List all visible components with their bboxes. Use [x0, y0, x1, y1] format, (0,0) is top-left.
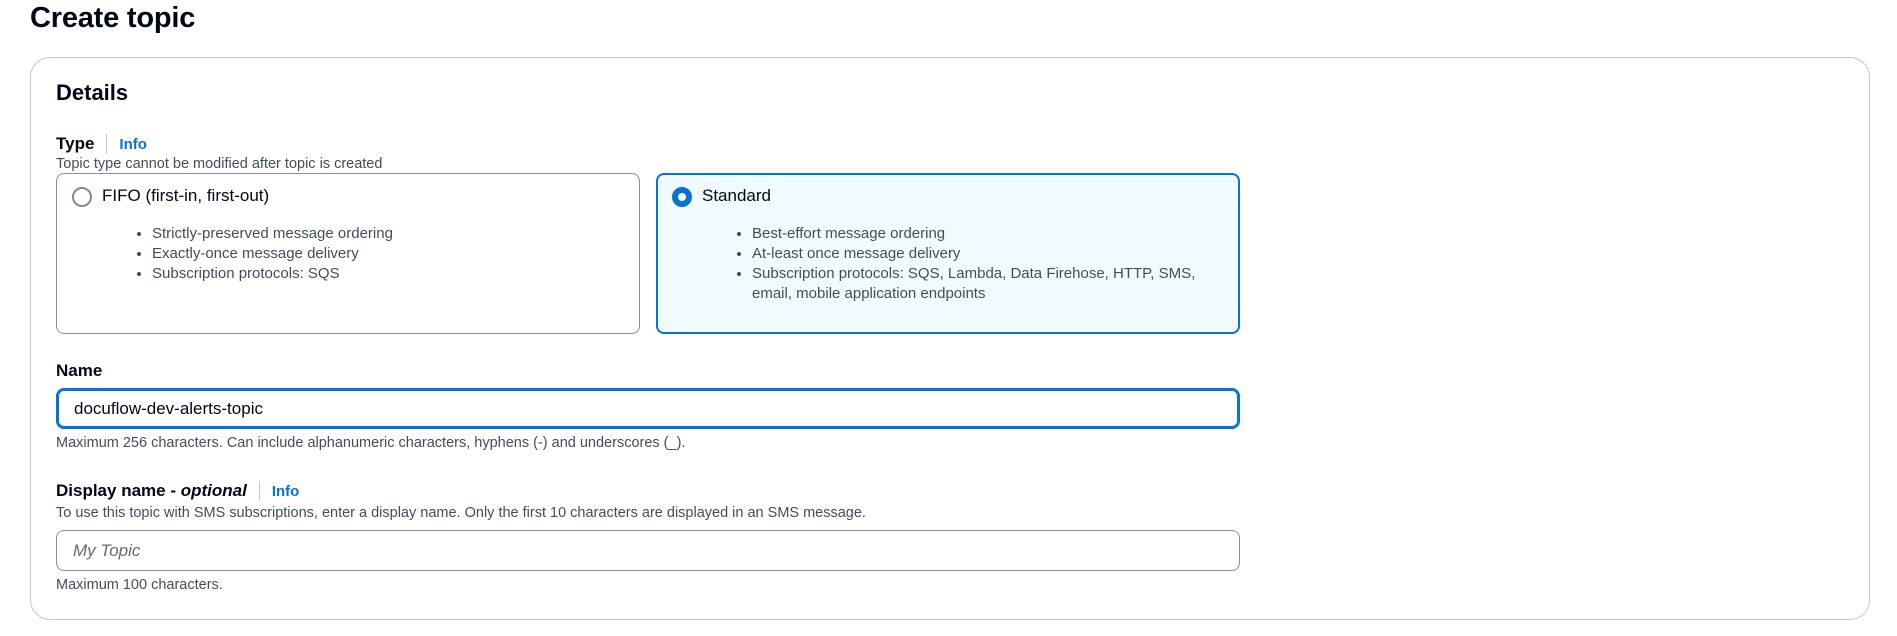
label-divider: [258, 481, 260, 501]
name-label-row: Name: [56, 361, 102, 381]
standard-radio[interactable]: [672, 187, 692, 207]
list-item: Subscription protocols: SQS, Lambda, Dat…: [752, 264, 1212, 304]
name-input[interactable]: docuflow-dev-alerts-topic: [56, 388, 1240, 429]
name-label: Name: [56, 361, 103, 380]
details-container: Details Type Info Topic type cannot be m…: [30, 57, 1870, 620]
list-item: At-least once message delivery: [752, 244, 1212, 264]
display-name-label: Display name -: [56, 481, 181, 500]
type-info-link[interactable]: Info: [119, 136, 147, 153]
display-name-placeholder: My Topic: [73, 540, 141, 560]
standard-option-tile[interactable]: Standard Best-effort message ordering At…: [656, 173, 1240, 334]
display-name-info-link[interactable]: Info: [272, 483, 300, 500]
fifo-radio[interactable]: [72, 187, 92, 207]
display-name-hint: Maximum 100 characters.: [56, 577, 223, 593]
fifo-option-tile[interactable]: FIFO (first-in, first-out) Strictly-pres…: [56, 173, 640, 334]
optional-tag: optional: [180, 481, 247, 500]
name-input-value: docuflow-dev-alerts-topic: [74, 398, 263, 418]
type-label: Type: [56, 134, 95, 153]
display-name-input[interactable]: My Topic: [56, 530, 1240, 571]
name-hint: Maximum 256 characters. Can include alph…: [56, 435, 686, 451]
list-item: Strictly-preserved message ordering: [152, 224, 612, 244]
label-divider: [106, 134, 108, 154]
section-title: Details: [56, 80, 129, 105]
list-item: Exactly-once message delivery: [152, 244, 612, 264]
fifo-feature-list: Strictly-preserved message ordering Exac…: [152, 224, 612, 284]
standard-feature-list: Best-effort message ordering At-least on…: [752, 224, 1212, 304]
list-item: Subscription protocols: SQS: [152, 264, 612, 284]
display-name-description: To use this topic with SMS subscriptions…: [56, 505, 866, 521]
type-label-row: Type Info: [56, 134, 147, 154]
display-name-label-row: Display name - optional Info: [56, 481, 299, 501]
standard-option-title: Standard: [702, 186, 771, 205]
fifo-option-title: FIFO (first-in, first-out): [102, 186, 270, 205]
list-item: Best-effort message ordering: [752, 224, 1212, 244]
type-description: Topic type cannot be modified after topi…: [56, 156, 383, 172]
page-title: Create topic: [30, 2, 196, 34]
